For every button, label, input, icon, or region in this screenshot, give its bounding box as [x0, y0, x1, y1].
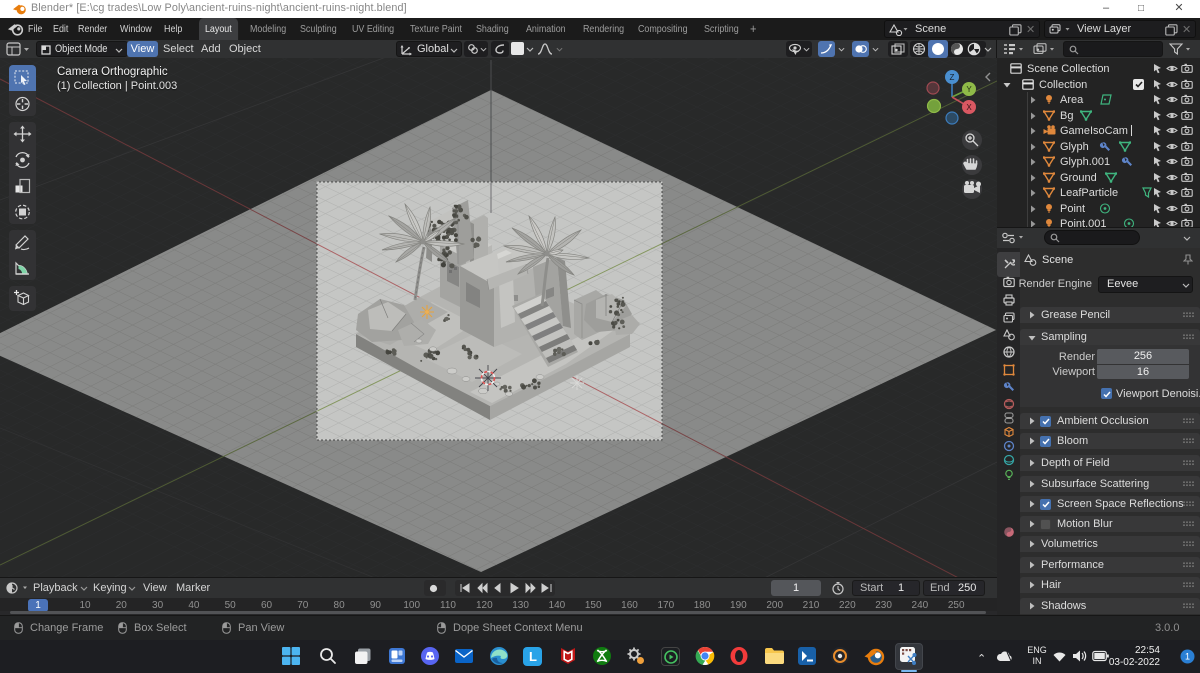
- svg-text:X: X: [966, 103, 972, 112]
- svg-text:Y: Y: [966, 85, 972, 94]
- svg-text:Z: Z: [950, 73, 955, 82]
- svg-text:1: 1: [1185, 652, 1190, 662]
